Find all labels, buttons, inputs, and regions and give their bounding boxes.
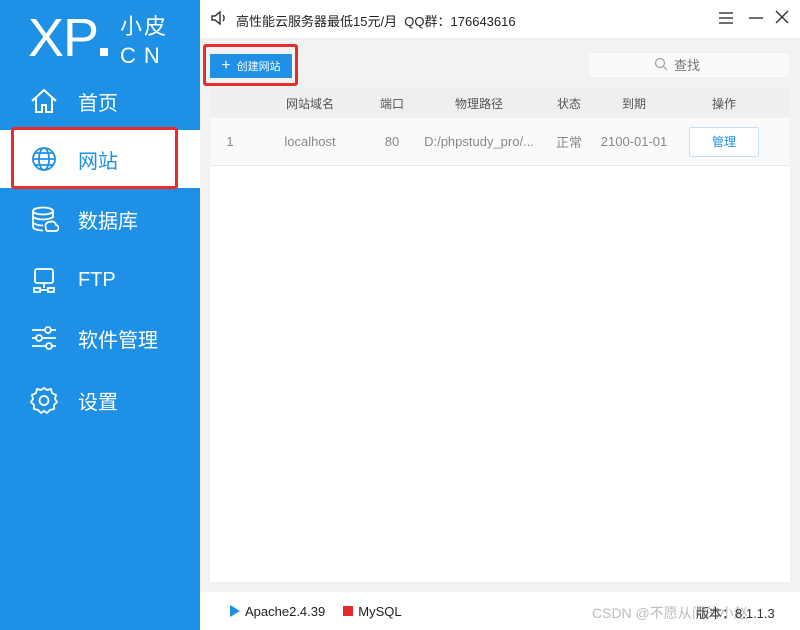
service-apache-label: Apache2.4.39 [245,603,326,619]
app-logo: XP 小皮 CN [28,8,198,68]
header-expire[interactable]: 到期 [594,95,674,112]
create-website-label: 创建网站 [236,61,281,73]
sidebar-item-ftp[interactable]: FTP [0,251,200,309]
cell-expire: 2100-01-01 [600,134,668,149]
sidebar-item-label: 数据库 [78,210,138,233]
cell-path: D:/phpstudy_pro/... [424,134,534,149]
version-text: 版本：8.1.1.3 [696,606,775,621]
globe-icon [28,143,60,175]
sidebar-item-label: 设置 [78,391,118,414]
sidebar-item-database[interactable]: 数据库 [0,190,200,248]
minimize-icon[interactable] [748,10,764,31]
table-row[interactable]: 1 localhost 80 D:/phpstudy_pro/... 正常 21… [210,118,790,166]
stop-icon [343,606,354,616]
logo-name: 小皮 [120,14,169,39]
cell-status: 正常 [555,135,582,150]
speaker-icon [210,9,228,32]
database-icon [28,203,60,235]
sidebar-item-home[interactable]: 首页 [0,72,200,130]
sidebar-item-label: 网站 [78,150,118,173]
sidebar-item-settings[interactable]: 设置 [0,371,200,429]
home-icon [28,85,60,117]
header-domain[interactable]: 网站域名 [250,95,370,112]
search-icon [654,57,668,74]
header-port[interactable]: 端口 [370,95,414,112]
service-apache[interactable]: Apache2.4.39 [230,604,325,619]
logo-dot [100,48,108,56]
manage-button[interactable]: 管理 [689,126,759,157]
menu-icon[interactable] [718,10,734,31]
search-input[interactable] [674,57,724,73]
cell-index: 1 [226,134,234,149]
cell-port: 80 [384,134,400,149]
close-icon[interactable] [774,9,790,30]
logo-suffix: CN [120,43,168,68]
notice-text[interactable]: 高性能云服务器最低15元/月 QQ群：176643616 [236,11,516,30]
header-path[interactable]: 物理路径 [414,95,544,112]
sidebar-item-label: FTP [78,268,116,291]
top-bar: 高性能云服务器最低15元/月 QQ群：176643616 [200,0,800,38]
sidebar-item-website[interactable]: 网站 [0,130,200,188]
search-box[interactable] [588,52,790,78]
create-website-button[interactable]: + 创建网站 [210,54,292,78]
main-content: + 创建网站 网站域名 端口 物理路径 状态 到期 操作 1 localhost… [200,38,800,630]
service-mysql-label: MySQL [358,603,402,619]
table-header: 网站域名 端口 物理路径 状态 到期 操作 [210,88,790,118]
server-icon [28,264,60,296]
sidebar-item-label: 软件管理 [78,329,158,352]
header-status[interactable]: 状态 [544,95,594,112]
sliders-icon [28,322,60,354]
plus-icon: + [221,57,231,74]
sidebar-item-label: 首页 [78,92,118,115]
cell-action: 管理 [674,126,774,157]
play-icon [230,605,240,617]
cell-domain: localhost [284,134,336,149]
service-mysql[interactable]: MySQL [343,603,402,619]
status-bar: Apache2.4.39 MySQL CSDN @不愿从问的小赵 版本：8.1.… [200,592,800,630]
sidebar: XP 小皮 CN 首页 网站 数据库 FTP 软件管理 设置 [0,0,200,630]
website-table: 网站域名 端口 物理路径 状态 到期 操作 1 localhost 80 D:/… [210,88,790,582]
sidebar-item-software[interactable]: 软件管理 [0,309,200,367]
header-action: 操作 [711,96,736,111]
gear-icon [28,384,60,416]
logo-brand: XP [28,8,99,68]
